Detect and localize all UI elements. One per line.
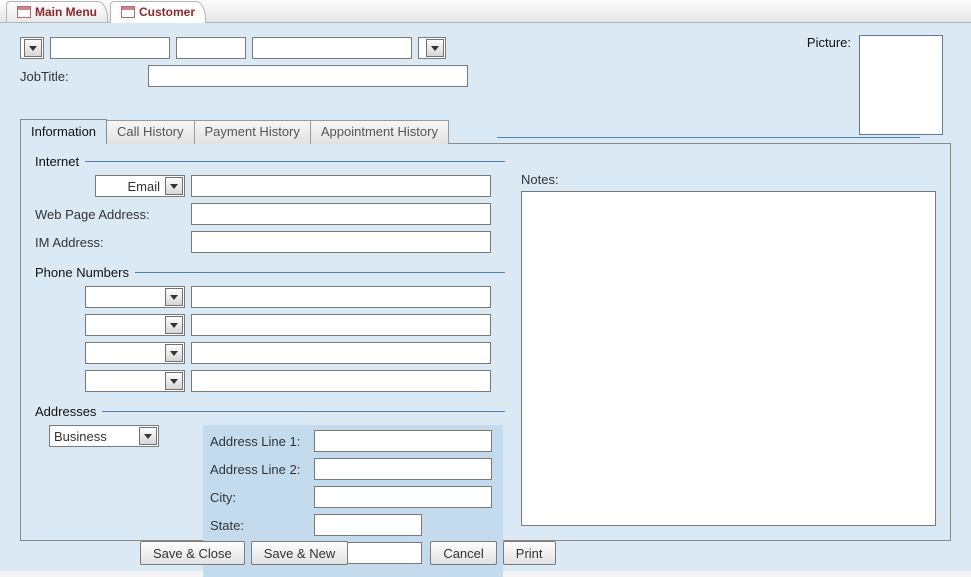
doc-tab-main-menu[interactable]: Main Menu xyxy=(6,1,108,22)
state-label: State: xyxy=(210,518,308,533)
combo-value xyxy=(86,287,164,307)
tab-appointment-history[interactable]: Appointment History xyxy=(311,120,449,144)
chevron-down-icon[interactable] xyxy=(165,288,183,306)
cancel-button[interactable]: Cancel xyxy=(430,541,496,565)
webpage-input[interactable] xyxy=(191,203,491,225)
im-input[interactable] xyxy=(191,231,491,253)
doc-tab-label: Main Menu xyxy=(35,5,97,19)
im-label: IM Address: xyxy=(35,235,185,250)
group-phone: Phone Numbers xyxy=(35,265,505,392)
addr2-label: Address Line 2: xyxy=(210,462,308,477)
divider xyxy=(135,272,505,273)
group-internet: Internet Email Web Page Address: xyxy=(35,154,505,253)
notes-textarea[interactable] xyxy=(521,191,936,526)
city-label: City: xyxy=(210,490,308,505)
last-name-input[interactable] xyxy=(252,37,412,59)
combo-value: Business xyxy=(50,426,138,446)
addr2-input[interactable] xyxy=(314,458,492,480)
jobtitle-input[interactable] xyxy=(148,65,468,87)
addr1-label: Address Line 1: xyxy=(210,434,308,449)
chevron-down-icon[interactable] xyxy=(139,427,157,445)
combo-value: Email xyxy=(96,176,164,196)
combo-value xyxy=(86,315,164,335)
print-button[interactable]: Print xyxy=(503,541,556,565)
state-input[interactable] xyxy=(314,514,422,536)
chevron-down-icon[interactable] xyxy=(24,39,42,57)
save-close-button[interactable]: Save & Close xyxy=(140,541,245,565)
phone2-input[interactable] xyxy=(191,314,491,336)
divider xyxy=(85,161,505,162)
doc-tab-customer[interactable]: Customer xyxy=(110,1,206,22)
document-tab-strip: Main Menu Customer xyxy=(0,0,971,23)
phone1-input[interactable] xyxy=(191,286,491,308)
divider xyxy=(102,411,505,412)
form-icon xyxy=(121,6,135,18)
form-action-row: Save & Close Save & New Cancel Print xyxy=(0,541,971,565)
tab-call-history[interactable]: Call History xyxy=(107,120,194,144)
city-input[interactable] xyxy=(314,486,492,508)
combo-value xyxy=(86,371,164,391)
addr1-input[interactable] xyxy=(314,430,492,452)
group-label: Addresses xyxy=(35,404,96,419)
phone3-type-combo[interactable] xyxy=(85,342,185,364)
phone3-input[interactable] xyxy=(191,342,491,364)
notes-area: Notes: xyxy=(521,172,936,526)
phone4-type-combo[interactable] xyxy=(85,370,185,392)
form-canvas: JobTitle: Picture: Information Call Hist… xyxy=(0,23,971,571)
tab-payment-history[interactable]: Payment History xyxy=(195,120,311,144)
combo-value xyxy=(86,343,164,363)
suffix-combo[interactable] xyxy=(418,37,446,59)
phone4-input[interactable] xyxy=(191,370,491,392)
webpage-label: Web Page Address: xyxy=(35,207,185,222)
middle-name-input[interactable] xyxy=(176,37,246,59)
chevron-down-icon[interactable] xyxy=(165,177,183,195)
notes-label: Notes: xyxy=(521,172,936,187)
group-label: Internet xyxy=(35,154,79,169)
email-input[interactable] xyxy=(191,175,491,197)
tab-panel-information: Internet Email Web Page Address: xyxy=(20,143,951,541)
chevron-down-icon[interactable] xyxy=(165,372,183,390)
prefix-combo[interactable] xyxy=(20,37,44,59)
detail-tabs: Information Call History Payment History… xyxy=(20,119,951,541)
tab-information[interactable]: Information xyxy=(20,119,107,143)
chevron-down-icon[interactable] xyxy=(165,344,183,362)
jobtitle-label: JobTitle: xyxy=(20,69,140,84)
picture-label: Picture: xyxy=(807,35,851,50)
doc-tab-label: Customer xyxy=(139,5,195,19)
phone1-type-combo[interactable] xyxy=(85,286,185,308)
email-type-combo[interactable]: Email xyxy=(95,175,185,197)
group-label: Phone Numbers xyxy=(35,265,129,280)
chevron-down-icon[interactable] xyxy=(426,39,444,57)
first-name-input[interactable] xyxy=(50,37,170,59)
save-new-button[interactable]: Save & New xyxy=(251,541,349,565)
detail-tab-strip: Information Call History Payment History… xyxy=(20,119,951,143)
address-type-combo[interactable]: Business xyxy=(49,425,159,447)
chevron-down-icon[interactable] xyxy=(165,316,183,334)
phone2-type-combo[interactable] xyxy=(85,314,185,336)
form-icon xyxy=(17,6,31,18)
